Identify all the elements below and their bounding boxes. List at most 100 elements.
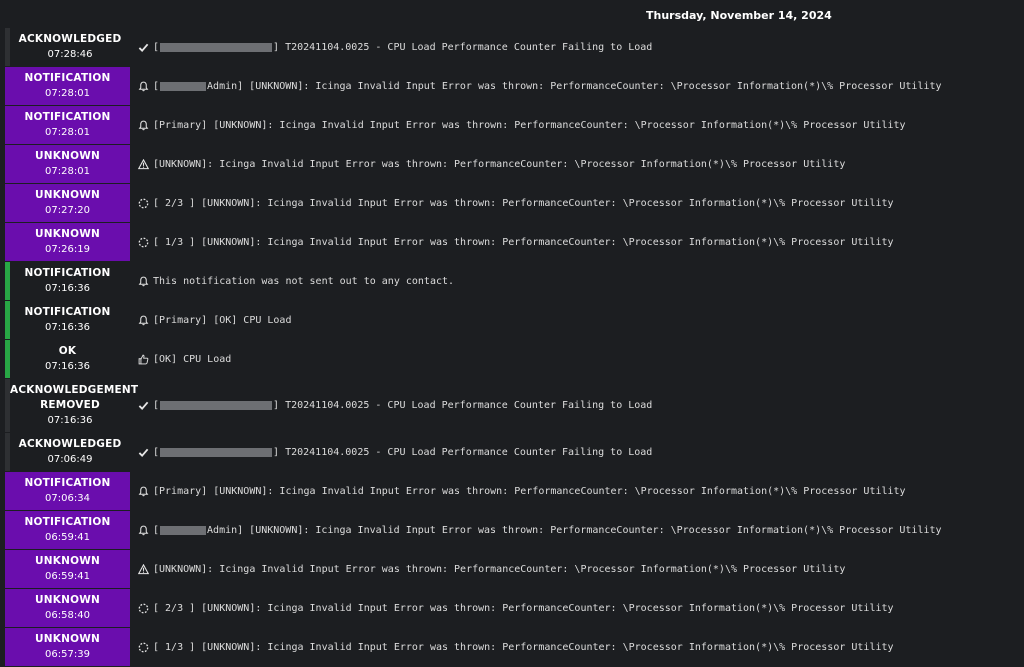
event-state-cell: NOTIFICATION 07:28:01	[5, 106, 130, 144]
event-row[interactable]: OK 07:16:36 [OK] CPU Load	[0, 340, 1024, 378]
event-state-cell: NOTIFICATION 06:59:41	[5, 511, 130, 549]
event-history-list: ACKNOWLEDGED 07:28:46 [ ] T20241104.0025 - …	[0, 28, 1024, 667]
event-message[interactable]: [OK] CPU Load	[130, 340, 231, 378]
spinner-icon	[138, 198, 149, 209]
event-row[interactable]: NOTIFICATION 07:28:01 [Primary] [UNKNOWN]:…	[0, 106, 1024, 144]
event-state-label: UNKNOWN	[35, 555, 100, 567]
event-message-text: [Primary] [UNKNOWN]: Icinga Invalid Inpu…	[153, 485, 906, 497]
event-message-text: Admin] [UNKNOWN]: Icinga Invalid Input E…	[207, 524, 942, 536]
spinner-icon	[138, 642, 149, 653]
event-time: 06:59:41	[45, 571, 90, 582]
event-message-text: [UNKNOWN]: Icinga Invalid Input Error wa…	[153, 563, 846, 575]
event-row[interactable]: UNKNOWN 06:57:39 [ 1/3 ] [UNKNOWN]: Icinga…	[0, 628, 1024, 666]
event-message[interactable]: This notification was not sent out to an…	[130, 262, 454, 300]
event-state-cell: ACKNOWLEDGED 07:06:49	[5, 433, 130, 471]
bell-icon	[138, 315, 149, 326]
bell-icon	[138, 276, 149, 287]
event-row[interactable]: UNKNOWN 06:58:40 [ 2/3 ] [UNKNOWN]: Icinga…	[0, 589, 1024, 627]
event-row[interactable]: ACKNOWLEDGED 07:06:49 [ ] T20241104.0025 - …	[0, 433, 1024, 471]
event-message[interactable]: [ ] T20241104.0025 - CPU Load Performance…	[130, 433, 652, 471]
event-message[interactable]: [Primary] [UNKNOWN]: Icinga Invalid Inpu…	[130, 472, 906, 510]
event-state-label: ACKNOWLEDGEMENT	[10, 384, 139, 396]
event-message-text: [Primary] [UNKNOWN]: Icinga Invalid Inpu…	[153, 119, 906, 131]
event-message-text: ] T20241104.0025 - CPU Load Performance …	[273, 446, 653, 458]
event-message[interactable]: [] T20241104.0025 - CPU Load Performance…	[130, 379, 652, 432]
event-state-label: NOTIFICATION	[24, 516, 111, 528]
bell-icon	[138, 525, 149, 536]
event-row[interactable]: UNKNOWN 06:59:41 [UNKNOWN]: Icinga Invalid…	[0, 550, 1024, 588]
event-message-text: [OK] CPU Load	[153, 353, 232, 365]
event-time: 06:59:41	[45, 532, 90, 543]
event-state-label: UNKNOWN	[35, 228, 100, 240]
event-state-cell: UNKNOWN 06:57:39	[5, 628, 130, 666]
bell-icon	[138, 120, 149, 131]
spinner-icon	[138, 237, 149, 248]
date-header: Thursday, November 14, 2024	[0, 6, 1024, 26]
event-state-label: NOTIFICATION	[24, 111, 111, 123]
event-time: 07:27:20	[45, 205, 90, 216]
event-message[interactable]: [Primary] [UNKNOWN]: Icinga Invalid Inpu…	[130, 106, 906, 144]
event-row[interactable]: UNKNOWN 07:26:19 [ 1/3 ] [UNKNOWN]: Icinga…	[0, 223, 1024, 261]
event-time: 06:58:40	[45, 610, 90, 621]
event-time: 06:57:39	[45, 649, 90, 660]
event-state-label: ACKNOWLEDGED	[18, 438, 122, 450]
event-state-cell: NOTIFICATION 07:16:36	[5, 301, 130, 339]
event-state-label: UNKNOWN	[35, 150, 100, 162]
event-message-text: [ 1/3 ] [UNKNOWN]: Icinga Invalid Input …	[153, 236, 894, 248]
event-message[interactable]: [UNKNOWN]: Icinga Invalid Input Error wa…	[130, 550, 845, 588]
event-state-cell: UNKNOWN 06:58:40	[5, 589, 130, 627]
event-state-label: NOTIFICATION	[24, 72, 111, 84]
event-state-cell: ACKNOWLEDGED 07:28:46	[5, 28, 130, 66]
event-row[interactable]: UNKNOWN 07:28:01 [UNKNOWN]: Icinga Invalid…	[0, 145, 1024, 183]
event-message-text: [ 2/3 ] [UNKNOWN]: Icinga Invalid Input …	[153, 197, 894, 209]
event-state-cell: UNKNOWN 07:26:19	[5, 223, 130, 261]
event-state-cell: UNKNOWN 07:28:01	[5, 145, 130, 183]
event-message[interactable]: [] T20241104.0025 - CPU Load Performance…	[130, 28, 652, 66]
event-row[interactable]: UNKNOWN 07:27:20 [ 2/3 ] [UNKNOWN]: Icinga…	[0, 184, 1024, 222]
event-message[interactable]: [ 2/3 ] [UNKNOWN]: Icinga Invalid Input …	[130, 184, 894, 222]
redacted-text-block	[160, 525, 207, 535]
event-state-label: UNKNOWN	[35, 189, 100, 201]
event-state-label: UNKNOWN	[35, 594, 100, 606]
spinner-icon	[138, 603, 149, 614]
event-row[interactable]: NOTIFICATION 06:59:41 [ Admin] [UNKNOWN]: I…	[0, 511, 1024, 549]
event-message[interactable]: [ Admin] [UNKNOWN]: Icinga Invalid Input …	[130, 511, 942, 549]
event-row[interactable]: ACKNOWLEDGEMENT REMOVED 07:16:36 [] T202411…	[0, 379, 1024, 432]
event-state-label: NOTIFICATION	[24, 306, 111, 318]
event-message[interactable]: [ 1/3 ] [UNKNOWN]: Icinga Invalid Input …	[130, 628, 894, 666]
event-state-label: ACKNOWLEDGED	[18, 33, 122, 45]
event-state-label: OK	[58, 345, 77, 357]
event-row[interactable]: ACKNOWLEDGED 07:28:46 [] T20241104.0025 - …	[0, 28, 1024, 66]
event-message-text: [	[153, 524, 160, 536]
event-row[interactable]: NOTIFICATION 07:16:36 This notification wa…	[0, 262, 1024, 300]
event-message[interactable]: [ 1/3 ] [UNKNOWN]: Icinga Invalid Input …	[130, 223, 894, 261]
redacted-text-block	[160, 81, 207, 91]
event-message[interactable]: [Primary] [OK] CPU Load	[130, 301, 291, 339]
event-message-text: Admin] [UNKNOWN]: Icinga Invalid Input E…	[207, 80, 942, 92]
bell-icon	[138, 81, 149, 92]
event-time: 07:06:49	[47, 454, 93, 465]
event-message[interactable]: [ 2/3 ] [UNKNOWN]: Icinga Invalid Input …	[130, 589, 894, 627]
check-icon	[138, 42, 149, 53]
event-message-text: [	[153, 446, 160, 458]
bell-icon	[138, 486, 149, 497]
event-message[interactable]: [Admin] [UNKNOWN]: Icinga Invalid Input …	[130, 67, 942, 105]
check-icon	[138, 400, 149, 411]
warning-icon	[138, 563, 149, 575]
event-row[interactable]: NOTIFICATION 07:06:34 [Primary] [UNKNOWN]:…	[0, 472, 1024, 510]
event-time: 07:16:36	[45, 361, 90, 372]
thumbs-up-icon	[138, 354, 149, 365]
event-state-cell: NOTIFICATION 07:28:01	[5, 67, 130, 105]
event-message-text: [	[153, 41, 160, 53]
event-state-cell: ACKNOWLEDGEMENT REMOVED 07:16:36	[5, 379, 139, 432]
redacted-text-block	[160, 401, 273, 410]
event-message-text: [ 1/3 ] [UNKNOWN]: Icinga Invalid Input …	[153, 641, 894, 653]
event-row[interactable]: NOTIFICATION 07:28:01 [Admin] [UNKNOWN]: I…	[0, 67, 1024, 105]
event-message-text: ] T20241104.0025 - CPU Load Performance …	[273, 400, 653, 411]
event-message[interactable]: [UNKNOWN]: Icinga Invalid Input Error wa…	[130, 145, 845, 183]
event-state-label: UNKNOWN	[35, 633, 100, 645]
date-header-label: Thursday, November 14, 2024	[646, 9, 832, 22]
event-message-text: [ 2/3 ] [UNKNOWN]: Icinga Invalid Input …	[153, 602, 894, 614]
event-message-text: [UNKNOWN]: Icinga Invalid Input Error wa…	[153, 158, 846, 170]
event-row[interactable]: NOTIFICATION 07:16:36 [Primary] [OK] CPU L…	[0, 301, 1024, 339]
